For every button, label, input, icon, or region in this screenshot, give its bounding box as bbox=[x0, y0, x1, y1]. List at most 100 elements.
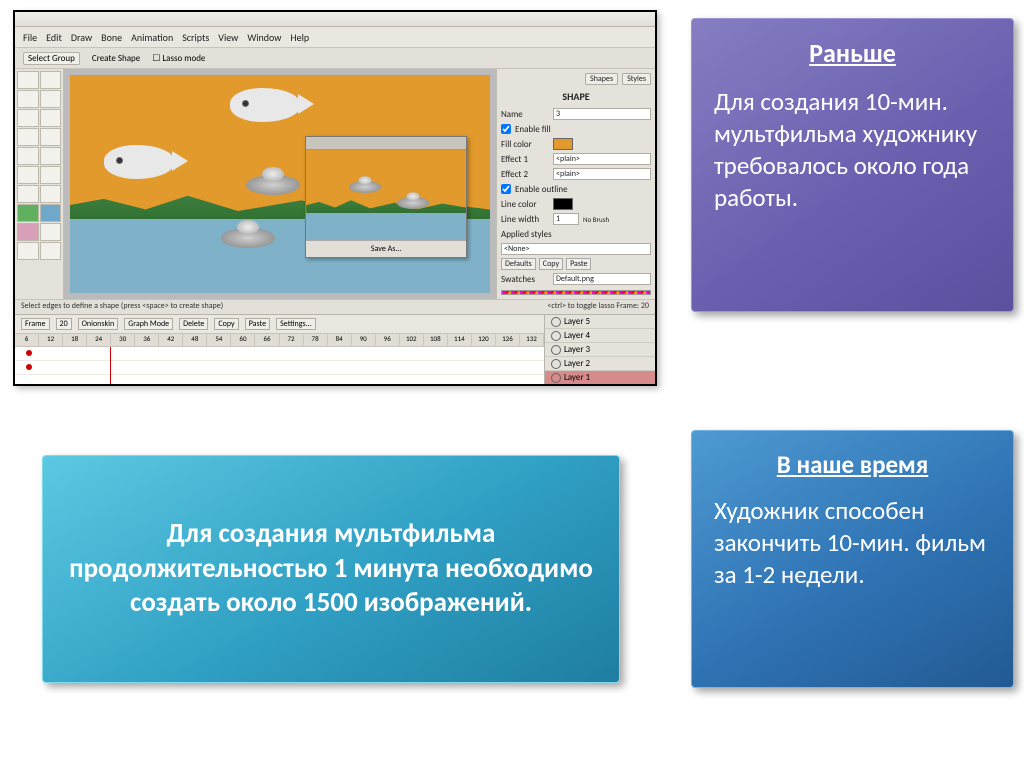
onionskin-toggle[interactable]: Onionskin bbox=[78, 318, 119, 330]
canvas-area: Save As... bbox=[64, 69, 496, 299]
menu-edit[interactable]: Edit bbox=[46, 31, 62, 44]
tool-icon[interactable] bbox=[40, 166, 62, 184]
frame-input[interactable]: 20 bbox=[56, 318, 72, 330]
layer-row[interactable]: Layer 5 bbox=[545, 315, 655, 329]
tl-settings-button[interactable]: Settings... bbox=[276, 318, 316, 330]
timeline-tracks[interactable] bbox=[15, 347, 544, 385]
eye-icon[interactable] bbox=[551, 359, 561, 369]
menu-draw[interactable]: Draw bbox=[71, 31, 92, 44]
enable-fill-checkbox[interactable] bbox=[501, 124, 511, 134]
frame-label: Frame bbox=[21, 318, 50, 330]
shapes-tab[interactable]: Shapes bbox=[585, 73, 618, 85]
fish-shape[interactable] bbox=[104, 145, 174, 179]
layer-row[interactable]: Layer 4 bbox=[545, 329, 655, 343]
tool-icon[interactable] bbox=[40, 128, 62, 146]
style-select[interactable]: <None> bbox=[501, 243, 651, 255]
preview-canvas bbox=[306, 150, 466, 240]
keyframe-icon[interactable] bbox=[26, 364, 32, 370]
info-card-now: В наше время Художник способен закончить… bbox=[691, 430, 1014, 688]
card-body: Художник способен закончить 10-мин. филь… bbox=[714, 495, 991, 591]
tool-icon[interactable] bbox=[17, 147, 39, 165]
tl-delete-button[interactable]: Delete bbox=[179, 318, 208, 330]
tool-icon[interactable] bbox=[17, 242, 39, 260]
tool-icon[interactable] bbox=[17, 128, 39, 146]
card-title: В наше время bbox=[714, 449, 991, 481]
lasso-label: Lasso mode bbox=[162, 53, 205, 64]
menu-file[interactable]: File bbox=[23, 31, 37, 44]
effect1-select[interactable]: <plain> bbox=[553, 153, 651, 165]
menubar: File Edit Draw Bone Animation Scripts Vi… bbox=[15, 27, 655, 48]
tl-paste-button[interactable]: Paste bbox=[245, 318, 270, 330]
ufo-shape[interactable] bbox=[221, 228, 275, 248]
menu-bone[interactable]: Bone bbox=[101, 31, 122, 44]
lasso-mode-checkbox[interactable]: ☐ Lasso mode bbox=[152, 53, 205, 64]
ufo-shape[interactable] bbox=[246, 175, 300, 195]
paste-button[interactable]: Paste bbox=[566, 258, 591, 270]
timeline-ruler[interactable]: 6121824303642485460667278849096102108114… bbox=[15, 334, 544, 347]
color-swatch[interactable] bbox=[17, 204, 39, 222]
color-swatch[interactable] bbox=[17, 223, 39, 241]
line-width-input[interactable]: 1 bbox=[553, 213, 579, 225]
menu-animation[interactable]: Animation bbox=[131, 31, 173, 44]
canvas[interactable]: Save As... bbox=[70, 75, 490, 293]
info-card-fact: Для создания мультфильма продолжительнос… bbox=[42, 455, 620, 683]
ruler-tick: 132 bbox=[520, 334, 544, 346]
fill-color-swatch[interactable] bbox=[553, 138, 573, 150]
tool-icon[interactable] bbox=[17, 166, 39, 184]
effect2-select[interactable]: <plain> bbox=[553, 168, 651, 180]
tool-icon[interactable] bbox=[40, 185, 62, 203]
tool-icon[interactable] bbox=[17, 90, 39, 108]
tool-icon[interactable] bbox=[40, 90, 62, 108]
eye-icon[interactable] bbox=[551, 373, 561, 383]
color-swatch[interactable] bbox=[40, 204, 62, 222]
preview-titlebar[interactable] bbox=[306, 137, 466, 150]
effect2-label: Effect 2 bbox=[501, 169, 549, 180]
toolbar: Select Group Create Shape ☐ Lasso mode bbox=[15, 48, 655, 69]
line-color-label: Line color bbox=[501, 199, 549, 210]
styles-tab[interactable]: Styles bbox=[622, 73, 651, 85]
enable-outline-checkbox[interactable] bbox=[501, 184, 511, 194]
ruler-tick: 36 bbox=[135, 334, 159, 346]
keyframe-icon[interactable] bbox=[26, 350, 32, 356]
tool-icon[interactable] bbox=[40, 109, 62, 127]
menu-scripts[interactable]: Scripts bbox=[182, 31, 209, 44]
tool-icon[interactable] bbox=[40, 223, 62, 241]
card-title: Раньше bbox=[714, 37, 991, 70]
ruler-tick: 54 bbox=[207, 334, 231, 346]
copy-button[interactable]: Copy bbox=[539, 258, 563, 270]
tool-icon[interactable] bbox=[17, 71, 39, 89]
tool-icon[interactable] bbox=[40, 147, 62, 165]
menu-view[interactable]: View bbox=[218, 31, 238, 44]
select-group-button[interactable]: Select Group bbox=[23, 52, 80, 65]
tl-copy-button[interactable]: Copy bbox=[214, 318, 238, 330]
hint-left: Select edges to define a shape (press <s… bbox=[21, 301, 223, 313]
layer-row[interactable]: Layer 2 bbox=[545, 357, 655, 371]
line-color-swatch[interactable] bbox=[553, 198, 573, 210]
eye-icon[interactable] bbox=[551, 345, 561, 355]
menu-window[interactable]: Window bbox=[247, 31, 281, 44]
preview-save-button[interactable]: Save As... bbox=[306, 240, 466, 257]
swatches-grid[interactable] bbox=[501, 290, 651, 295]
fish-shape[interactable] bbox=[230, 88, 300, 122]
animation-app-screenshot: File Edit Draw Bone Animation Scripts Vi… bbox=[13, 10, 657, 386]
name-input[interactable]: 3 bbox=[553, 108, 651, 120]
layer-row[interactable]: Layer 3 bbox=[545, 343, 655, 357]
layer-label: Layer 5 bbox=[564, 316, 590, 327]
ruler-tick: 102 bbox=[400, 334, 424, 346]
preview-window[interactable]: Save As... bbox=[305, 136, 467, 258]
playhead-icon[interactable] bbox=[110, 347, 111, 385]
swatch-file-select[interactable]: Default.png bbox=[553, 273, 651, 285]
tool-icon[interactable] bbox=[17, 185, 39, 203]
layer-row[interactable]: Layer 1 bbox=[545, 371, 655, 385]
workspace: Save As... Shapes Styles SHAPE Name3 Ena… bbox=[15, 69, 655, 299]
graph-mode-toggle[interactable]: Graph Mode bbox=[124, 318, 173, 330]
defaults-button[interactable]: Defaults bbox=[501, 258, 536, 270]
eye-icon[interactable] bbox=[551, 317, 561, 327]
tool-icon[interactable] bbox=[40, 71, 62, 89]
menu-help[interactable]: Help bbox=[290, 31, 309, 44]
tool-icon[interactable] bbox=[40, 242, 62, 260]
eye-icon[interactable] bbox=[551, 331, 561, 341]
ruler-tick: 78 bbox=[304, 334, 328, 346]
tool-icon[interactable] bbox=[17, 109, 39, 127]
enable-fill-label: Enable fill bbox=[515, 124, 551, 135]
